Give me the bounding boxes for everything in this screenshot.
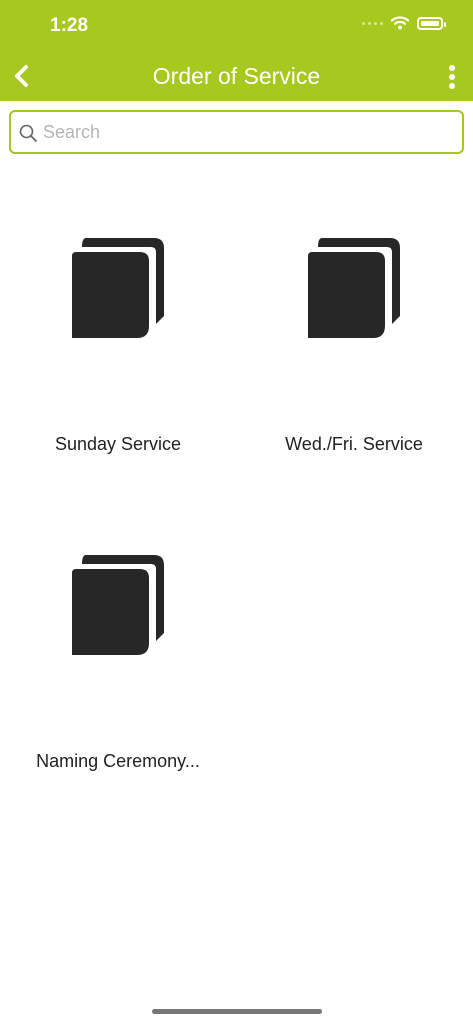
- service-item-naming-ceremony[interactable]: Naming Ceremony...: [0, 555, 236, 815]
- book-icon: [72, 238, 164, 338]
- book-icon: [308, 238, 400, 338]
- book-icon: [72, 555, 164, 655]
- item-label: Wed./Fri. Service: [285, 434, 423, 454]
- page-title: Order of Service: [152, 63, 321, 89]
- signal-icon: [362, 21, 383, 25]
- status-time: 1:28: [50, 15, 89, 36]
- item-label: Sunday Service: [54, 434, 182, 454]
- search-bar[interactable]: [9, 110, 464, 154]
- app-header: 1:28 Order of Service: [0, 0, 473, 101]
- wifi-icon: [391, 16, 409, 30]
- home-indicator[interactable]: [152, 1009, 322, 1014]
- search-icon: [19, 124, 37, 142]
- battery-icon: [417, 16, 446, 30]
- search-input[interactable]: [43, 118, 443, 146]
- service-item-sunday[interactable]: Sunday Service: [0, 238, 236, 498]
- status-icons: [362, 16, 446, 30]
- more-vertical-icon[interactable]: [445, 64, 459, 90]
- service-item-wed-fri[interactable]: Wed./Fri. Service: [236, 238, 472, 498]
- item-label: Naming Ceremony...: [36, 751, 200, 771]
